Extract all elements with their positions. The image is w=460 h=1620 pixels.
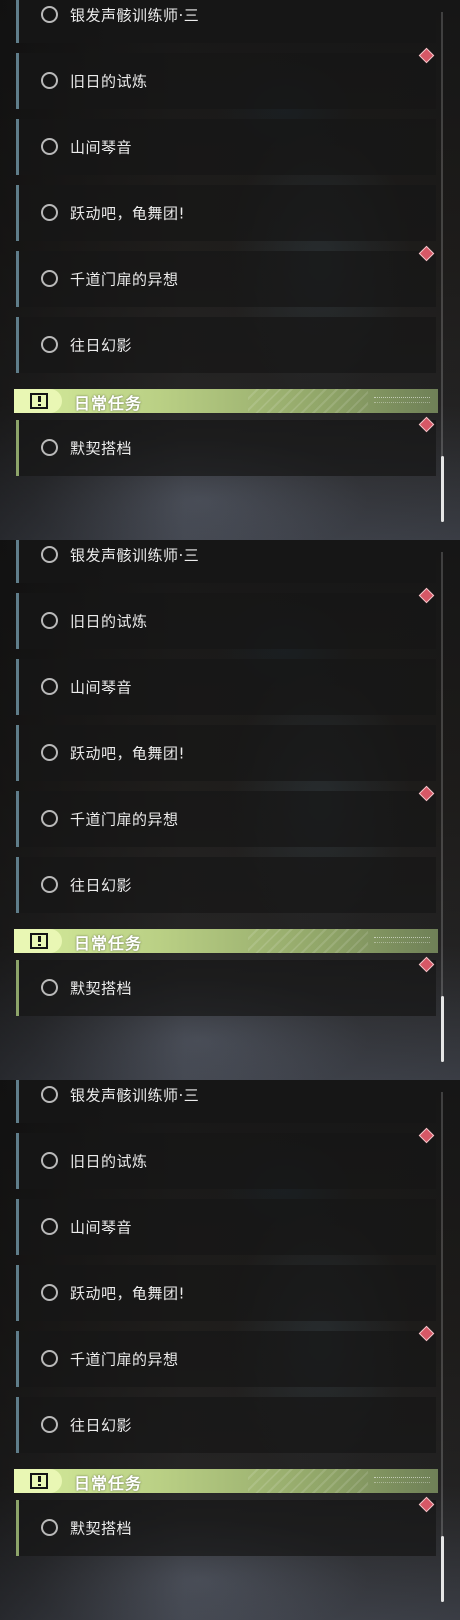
quest-row[interactable]: 旧日的试炼: [16, 593, 436, 649]
daily-quest-row[interactable]: 默契搭档: [16, 960, 436, 1016]
circle-outline-icon: [41, 72, 58, 89]
circle-outline-icon: [41, 810, 58, 827]
quest-row[interactable]: 往日幻影: [16, 1397, 436, 1453]
circle-outline-icon: [41, 612, 58, 629]
scrollbar-thumb[interactable]: [440, 996, 444, 1062]
circle-outline-icon: [41, 138, 58, 155]
daily-section-header[interactable]: 日常任务: [14, 1469, 438, 1493]
scrollbar[interactable]: [440, 552, 444, 1062]
quest-title: 往日幻影: [70, 336, 133, 355]
quest-title: 旧日的试炼: [70, 612, 148, 631]
quest-title: 跃动吧，龟舞团!: [70, 204, 186, 223]
circle-outline-icon: [41, 1152, 58, 1169]
quest-row[interactable]: 跃动吧，龟舞团!: [16, 1265, 436, 1321]
quest-title: 银发声骸训练师·三: [70, 546, 200, 565]
circle-outline-icon: [41, 546, 58, 563]
exclamation-icon: [30, 1473, 48, 1489]
quest-title: 银发声骸训练师·三: [70, 1086, 200, 1105]
quest-row[interactable]: 旧日的试炼: [16, 1133, 436, 1189]
section-title: 日常任务: [74, 934, 143, 953]
header-stripes: [248, 1469, 368, 1493]
quest-title: 往日幻影: [70, 1416, 133, 1435]
circle-outline-icon: [41, 6, 58, 23]
quest-row[interactable]: 山间琴音: [16, 119, 436, 175]
quest-title: 默契搭档: [70, 979, 133, 998]
daily-section-header[interactable]: 日常任务: [14, 389, 438, 413]
quest-row[interactable]: 跃动吧，龟舞团!: [16, 185, 436, 241]
header-decoration: [374, 1477, 430, 1483]
quest-panel: 银发声骸训练师·三 旧日的试炼 山间琴音 跃动吧，龟舞团! 千道门扉的异想 往日…: [0, 0, 460, 540]
circle-outline-icon: [41, 678, 58, 695]
circle-outline-icon: [41, 1350, 58, 1367]
quest-title: 默契搭档: [70, 1519, 133, 1538]
quest-row[interactable]: 银发声骸训练师·三: [16, 0, 436, 43]
circle-outline-icon: [41, 336, 58, 353]
circle-outline-icon: [41, 1284, 58, 1301]
quest-panel: 银发声骸训练师·三 旧日的试炼 山间琴音 跃动吧，龟舞团! 千道门扉的异想 往日…: [0, 540, 460, 1080]
quest-row[interactable]: 千道门扉的异想: [16, 1331, 436, 1387]
circle-outline-icon: [41, 204, 58, 221]
quest-title: 往日幻影: [70, 876, 133, 895]
circle-outline-icon: [41, 1416, 58, 1433]
quest-row[interactable]: 往日幻影: [16, 317, 436, 373]
header-stripes: [248, 389, 368, 413]
circle-outline-icon: [41, 744, 58, 761]
exclamation-icon: [30, 933, 48, 949]
quest-title: 旧日的试炼: [70, 1152, 148, 1171]
header-stripes: [248, 929, 368, 953]
quest-title: 山间琴音: [70, 1218, 133, 1237]
circle-outline-icon: [41, 876, 58, 893]
exclamation-icon: [30, 393, 48, 409]
circle-outline-icon: [41, 1086, 58, 1103]
circle-outline-icon: [41, 1218, 58, 1235]
quest-title: 银发声骸训练师·三: [70, 6, 200, 25]
scrollbar-thumb[interactable]: [440, 456, 444, 522]
daily-quest-row[interactable]: 默契搭档: [16, 420, 436, 476]
quest-list-page: 银发声骸训练师·三 旧日的试炼 山间琴音 跃动吧，龟舞团! 千道门扉的异想 往日…: [0, 0, 460, 1620]
quest-title: 默契搭档: [70, 439, 133, 458]
quest-row[interactable]: 山间琴音: [16, 1199, 436, 1255]
circle-outline-icon: [41, 979, 58, 996]
quest-panel: 银发声骸训练师·三 旧日的试炼 山间琴音 跃动吧，龟舞团! 千道门扉的异想 往日…: [0, 1080, 460, 1620]
daily-section-header[interactable]: 日常任务: [14, 929, 438, 953]
quest-title: 千道门扉的异想: [70, 810, 179, 829]
header-decoration: [374, 937, 430, 943]
scrollbar-thumb[interactable]: [440, 1536, 444, 1602]
circle-outline-icon: [41, 1519, 58, 1536]
quest-title: 旧日的试炼: [70, 72, 148, 91]
quest-title: 千道门扉的异想: [70, 1350, 179, 1369]
quest-title: 山间琴音: [70, 678, 133, 697]
quest-row[interactable]: 千道门扉的异想: [16, 251, 436, 307]
quest-title: 千道门扉的异想: [70, 270, 179, 289]
section-title: 日常任务: [74, 394, 143, 413]
quest-row[interactable]: 千道门扉的异想: [16, 791, 436, 847]
section-title: 日常任务: [74, 1474, 143, 1493]
quest-row[interactable]: 银发声骸训练师·三: [16, 540, 436, 583]
quest-row[interactable]: 往日幻影: [16, 857, 436, 913]
quest-row[interactable]: 旧日的试炼: [16, 53, 436, 109]
quest-title: 跃动吧，龟舞团!: [70, 744, 186, 763]
quest-row[interactable]: 跃动吧，龟舞团!: [16, 725, 436, 781]
quest-row[interactable]: 银发声骸训练师·三: [16, 1080, 436, 1123]
circle-outline-icon: [41, 439, 58, 456]
quest-row[interactable]: 山间琴音: [16, 659, 436, 715]
scrollbar[interactable]: [440, 12, 444, 522]
scrollbar[interactable]: [440, 1092, 444, 1602]
quest-title: 跃动吧，龟舞团!: [70, 1284, 186, 1303]
quest-title: 山间琴音: [70, 138, 133, 157]
header-decoration: [374, 397, 430, 403]
circle-outline-icon: [41, 270, 58, 287]
daily-quest-row[interactable]: 默契搭档: [16, 1500, 436, 1556]
